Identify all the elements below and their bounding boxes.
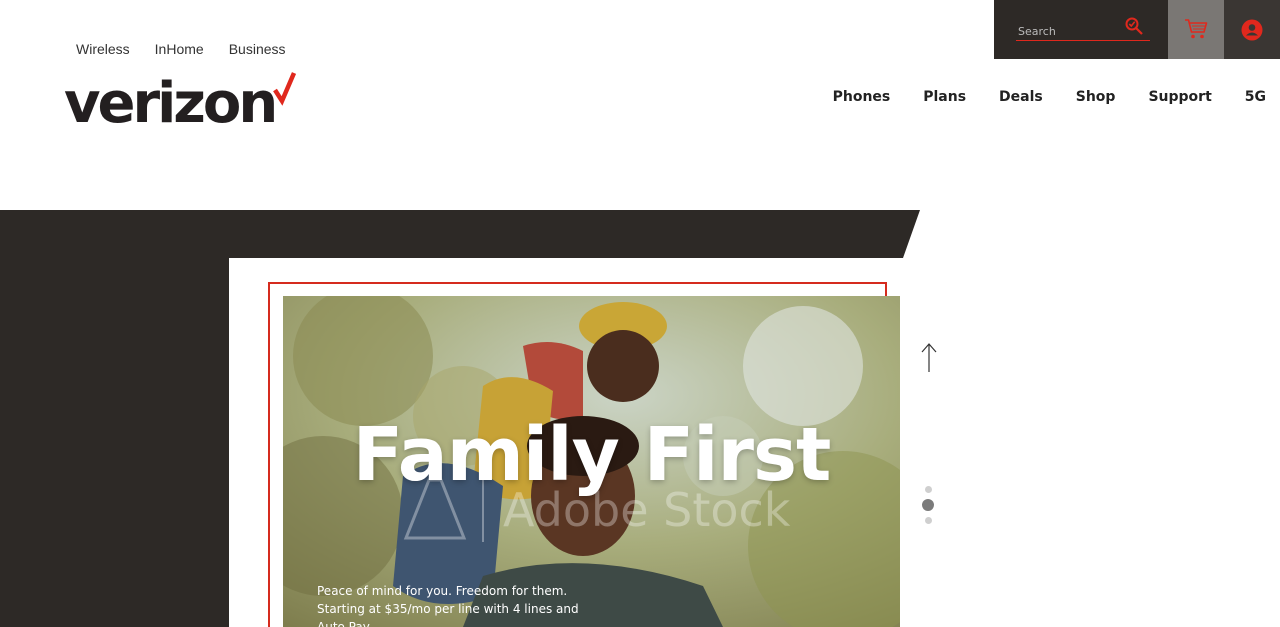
search-box	[994, 0, 1168, 59]
nav-5g[interactable]: 5G	[1245, 89, 1266, 105]
logo-wordmark: verizon	[64, 71, 275, 130]
account-icon	[1241, 19, 1263, 41]
utility-bar	[994, 0, 1280, 59]
hero-subtitle: Peace of mind for you. Freedom for them.…	[317, 584, 579, 627]
hero-card[interactable]: Adobe Stock Family First Peace of mind f…	[283, 296, 900, 627]
nav-deals[interactable]: Deals	[999, 89, 1043, 105]
scroll-up-arrow-icon[interactable]	[919, 342, 939, 374]
carousel-dots	[921, 485, 935, 527]
nav-support[interactable]: Support	[1148, 89, 1211, 105]
carousel-dot-1[interactable]	[925, 486, 932, 493]
main-nav: Phones Plans Deals Shop Support 5G	[833, 89, 1266, 105]
segment-link-inhome[interactable]: InHome	[155, 41, 204, 57]
search-icon[interactable]	[1124, 16, 1144, 36]
account-button[interactable]	[1224, 0, 1280, 59]
hero-title: Family First	[352, 412, 832, 498]
carousel-dot-3[interactable]	[925, 517, 932, 524]
segment-links: Wireless InHome Business	[76, 41, 286, 57]
logo-check-icon	[273, 72, 297, 106]
cart-icon	[1185, 19, 1208, 39]
nav-plans[interactable]: Plans	[923, 89, 966, 105]
cart-button[interactable]	[1168, 0, 1224, 59]
nav-phones[interactable]: Phones	[833, 89, 891, 105]
nav-shop[interactable]: Shop	[1076, 89, 1116, 105]
verizon-logo[interactable]: verizon	[64, 70, 300, 130]
segment-link-business[interactable]: Business	[229, 41, 286, 57]
carousel-dot-2-active[interactable]	[922, 499, 934, 511]
segment-link-wireless[interactable]: Wireless	[76, 41, 130, 57]
